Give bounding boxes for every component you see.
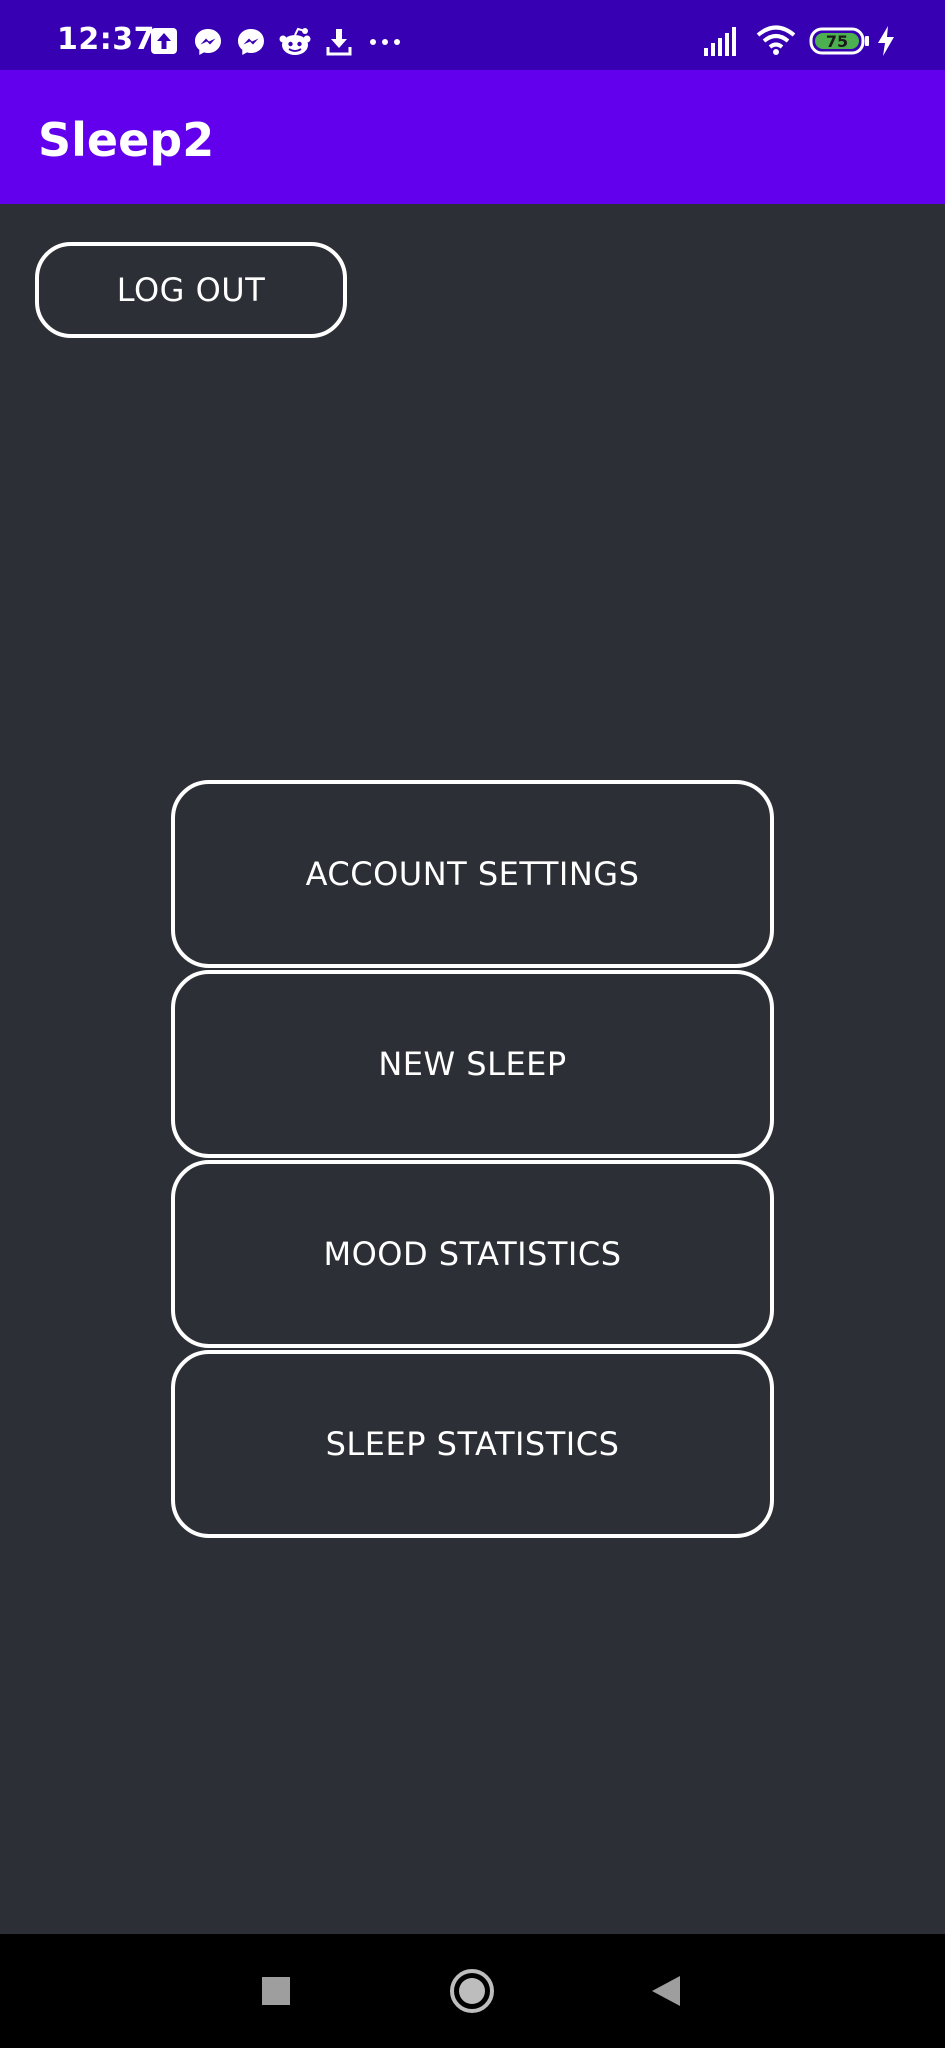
recents-button[interactable] xyxy=(226,1934,326,2048)
recents-square-icon xyxy=(262,1977,290,2005)
battery-icon: 75 xyxy=(809,26,871,61)
status-bar: 12:37 75 xyxy=(0,0,945,70)
wifi-icon xyxy=(755,24,797,63)
logout-button[interactable]: LOG OUT xyxy=(35,242,347,338)
reddit-icon xyxy=(278,27,312,62)
app-title: Sleep2 xyxy=(38,113,215,167)
app-bar: Sleep2 xyxy=(0,70,945,204)
upload-icon xyxy=(150,27,178,60)
messenger-icon xyxy=(193,27,223,62)
download-icon xyxy=(325,27,353,62)
home-circle-icon xyxy=(450,1969,494,2013)
account-settings-button[interactable]: ACCOUNT SETTINGS xyxy=(171,780,774,968)
new-sleep-button[interactable]: NEW SLEEP xyxy=(171,970,774,1158)
signal-icon xyxy=(703,24,741,63)
status-time: 12:37 xyxy=(57,22,155,57)
system-status-icons: 75 xyxy=(703,24,933,58)
back-triangle-icon xyxy=(652,1976,680,2006)
home-button[interactable] xyxy=(422,1934,522,2048)
sleep-statistics-button[interactable]: SLEEP STATISTICS xyxy=(171,1350,774,1538)
charging-bolt-icon xyxy=(875,24,897,63)
more-dots-icon xyxy=(368,27,402,62)
navigation-bar xyxy=(0,1934,945,2048)
back-button[interactable] xyxy=(616,1934,716,2048)
battery-level: 75 xyxy=(826,32,848,51)
mood-statistics-button[interactable]: MOOD STATISTICS xyxy=(171,1160,774,1348)
messenger-icon xyxy=(236,27,266,62)
